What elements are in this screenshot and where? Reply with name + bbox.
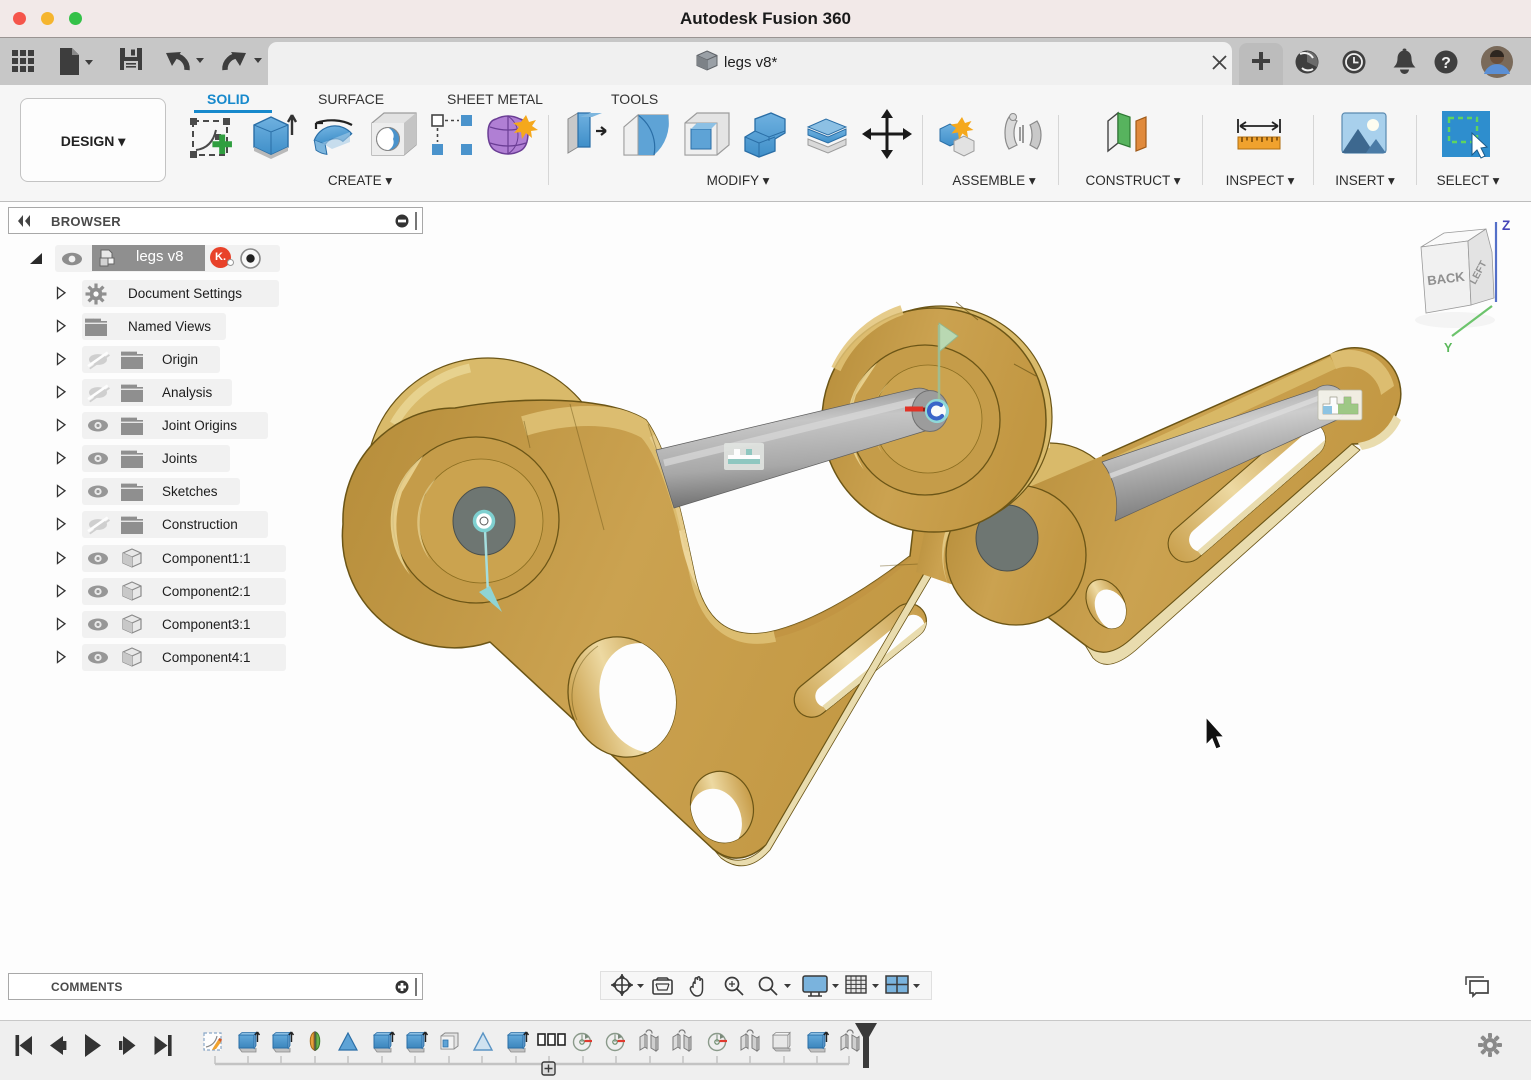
svg-text:legs v8*: legs v8* — [724, 54, 778, 71]
svg-text:?: ? — [1441, 55, 1451, 72]
svg-text:Z: Z — [1502, 218, 1510, 233]
svg-text:Y: Y — [1444, 341, 1453, 355]
